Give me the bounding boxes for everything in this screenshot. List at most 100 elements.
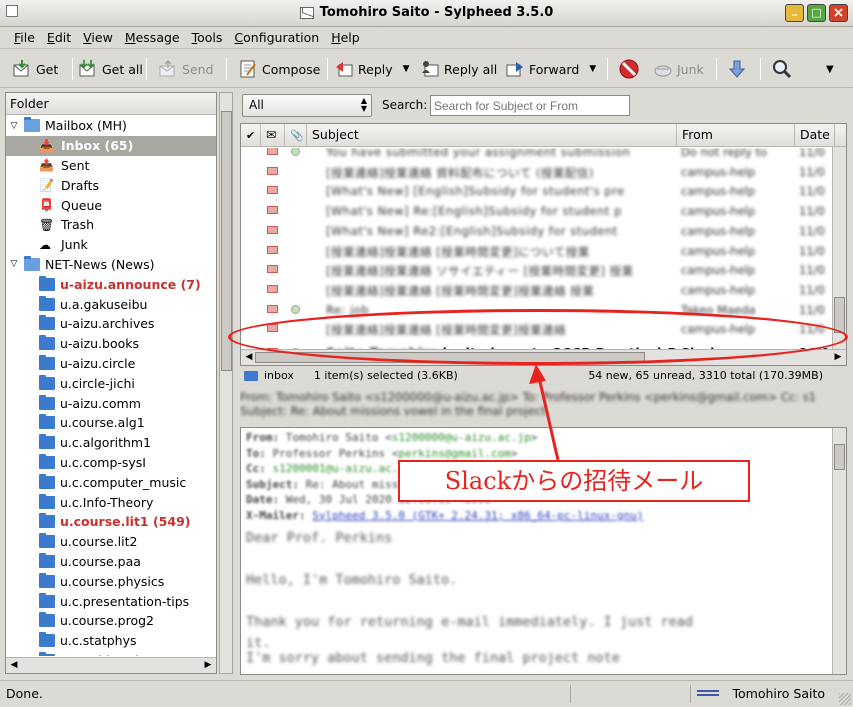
folder-item[interactable]: ☁ Junk [6, 235, 216, 255]
folder-item[interactable]: u.c.algorithm1 [6, 433, 216, 453]
toolbar-overflow-button[interactable]: ▼ [826, 57, 834, 81]
reply-dropdown-icon[interactable]: ▼ [403, 64, 410, 74]
folder-item[interactable]: u-aizu.archives [6, 314, 216, 334]
message-date: 11/0 [799, 148, 825, 159]
folder-item[interactable]: u.course.alg1 [6, 413, 216, 433]
message-row[interactable]: [What's New] [English]Subsidy for studen… [241, 181, 831, 201]
summary-subject-line: Subject: Re: About missions vowel in the… [240, 404, 546, 418]
folder-item[interactable]: u.c.Info-Theory [6, 492, 216, 512]
folder-tree: ▽ Mailbox (MH) 📥 Inbox (65) 📤 Sent 📝 Drafts 📮 Que… [6, 116, 216, 656]
folder-item[interactable]: u.a.gakuseibu [6, 294, 216, 314]
current-account[interactable]: Tomohiro Saito [733, 686, 825, 701]
message-row[interactable]: [What's New] Re:[English]Subsidy for stu… [241, 201, 831, 221]
folder-column-header[interactable]: Folder [6, 93, 216, 115]
scroll-left-icon[interactable]: ◀ [7, 659, 21, 672]
folder-item[interactable]: u.course.lit2 [6, 532, 216, 552]
folder-item[interactable]: 📤 Sent [6, 156, 216, 176]
message-row[interactable]: [授業連絡]授業連絡 [授業時間変更]授業連絡 授業 campus-help 11/… [241, 280, 831, 300]
close-button[interactable] [829, 4, 848, 22]
folder-item[interactable]: u.course.paa [6, 552, 216, 572]
scroll-thumb[interactable] [834, 297, 845, 333]
folder-item[interactable]: u.course.prog2 [6, 611, 216, 631]
folder-item[interactable]: u.c.statphys [6, 631, 216, 651]
scroll-right-icon[interactable]: ▶ [831, 351, 845, 364]
send-button[interactable]: Send [158, 57, 213, 81]
folder-item[interactable]: 📮 Queue [6, 195, 216, 215]
folder-item[interactable]: u-aizu.announce (7) [6, 274, 216, 294]
junk-button[interactable]: Junk [653, 57, 704, 81]
folder-item[interactable]: u-aizu.circle [6, 354, 216, 374]
forward-icon [506, 62, 523, 77]
folder-pane: Folder ▽ Mailbox (MH) 📥 Inbox (65) 📤 Sent 📝 Dra… [5, 92, 217, 674]
get-button[interactable]: Get [12, 57, 58, 81]
reply-all-button[interactable]: Reply all [420, 57, 497, 81]
folder-label: Mailbox (MH) [45, 118, 127, 134]
menu-configuration[interactable]: Configuration [228, 30, 325, 45]
subject-column-header[interactable]: Subject [307, 124, 677, 146]
forward-button[interactable]: Forward ▼ [505, 57, 596, 81]
folder-label: u-aizu.comm [60, 395, 141, 411]
folder-item[interactable]: u.circle-jichi [6, 373, 216, 393]
search-input[interactable] [430, 95, 630, 116]
message-row[interactable]: [What's New] Re2:[English]Subsidy for st… [241, 221, 831, 241]
menu-view[interactable]: View [77, 30, 119, 45]
compose-button[interactable]: Compose [238, 57, 320, 81]
folder-item[interactable]: u.c.writing-tips [6, 651, 216, 656]
folder-item[interactable]: u.c.presentation-tips [6, 591, 216, 611]
folder-item[interactable]: u-aizu.comm [6, 393, 216, 413]
header-g[interactable]: perkins@gmail.com [398, 447, 511, 460]
folder-item[interactable]: u.course.lit1 (549) [6, 512, 216, 532]
search-button[interactable] [772, 57, 792, 81]
header-g[interactable]: s1200000@u-aizu.ac.jp [392, 431, 531, 444]
attachment-column-header[interactable]: 📎 [285, 124, 307, 146]
tree-expander-icon[interactable]: ▽ [9, 121, 19, 131]
folder-item[interactable]: u-aizu.books [6, 334, 216, 354]
window-titlebar[interactable]: Tomohiro Saito - Sylpheed 3.5.0 [0, 0, 853, 27]
date-column-header[interactable]: Date [795, 124, 835, 146]
folder-item[interactable]: u.course.physics [6, 571, 216, 591]
maximize-button[interactable] [807, 4, 826, 22]
list-vertical-scrollbar[interactable] [832, 147, 846, 350]
message-row[interactable]: [授業連絡]授業連絡 ソサイエティー [授業時間変更] 授業 campus-hel… [241, 260, 831, 280]
folder-item[interactable]: ▽ Mailbox (MH) [6, 116, 216, 136]
online-status-icon[interactable] [697, 690, 719, 696]
resize-grip-icon[interactable] [839, 693, 851, 705]
message-row[interactable]: [授業連絡]授業連絡 [授業時間変更]について授業 campus-help 11/0 [241, 241, 831, 261]
message-from: Do not reply to [681, 148, 768, 159]
scroll-right-icon[interactable]: ▶ [201, 659, 215, 672]
header-b[interactable]: Sylpheed 3.5.0 (GTK+ 2.24.31; x86_64-pc-… [312, 509, 643, 522]
folder-horizontal-scrollbar[interactable]: ◀ ▶ [6, 657, 216, 673]
folder-vertical-scrollbar[interactable] [219, 92, 233, 674]
folder-item[interactable]: ▽ NET-News (News) [6, 255, 216, 275]
filter-combo[interactable]: All ▲ ▼ [242, 94, 372, 117]
drafts-icon: 📝 [39, 178, 54, 193]
menu-edit[interactable]: Edit [41, 30, 77, 45]
message-row[interactable]: You have submitted your assignment submi… [241, 148, 831, 162]
next-unread-button[interactable] [727, 57, 747, 81]
menu-tools[interactable]: Tools [186, 30, 229, 45]
menu-message[interactable]: Message [119, 30, 186, 45]
header-g[interactable]: s1200001@u-aizu.ac.jp [273, 462, 412, 475]
mark-column-header[interactable]: ✔ [241, 124, 261, 146]
forward-dropdown-icon[interactable]: ▼ [589, 64, 596, 74]
scroll-thumb[interactable] [834, 444, 845, 470]
from-column-header[interactable]: From [677, 124, 795, 146]
folder-item[interactable]: u.c.computer_music [6, 472, 216, 492]
tree-expander-icon[interactable]: ▽ [9, 259, 19, 269]
reply-button[interactable]: Reply ▼ [334, 57, 410, 81]
menu-file[interactable]: File [8, 30, 41, 45]
message-row[interactable]: [授業連絡]授業連絡 資料配布について (授業配信) campus-help 11/… [241, 162, 831, 182]
folder-item[interactable]: 📝 Drafts [6, 175, 216, 195]
folder-icon [39, 394, 55, 410]
message-vertical-scrollbar[interactable] [832, 428, 846, 674]
minimize-button[interactable] [785, 4, 804, 22]
unread-column-header[interactable]: ✉ [261, 124, 285, 146]
delete-button[interactable] [619, 57, 639, 81]
menu-help[interactable]: Help [325, 30, 366, 45]
scroll-left-icon[interactable]: ◀ [242, 351, 256, 364]
unread-envelope-icon [267, 225, 278, 234]
folder-item[interactable]: u.c.comp-sysI [6, 453, 216, 473]
folder-item[interactable]: 📥 Inbox (65) [6, 135, 216, 156]
folder-item[interactable]: 🗑 Trash [6, 215, 216, 235]
get-all-button[interactable]: Get all [78, 57, 143, 81]
